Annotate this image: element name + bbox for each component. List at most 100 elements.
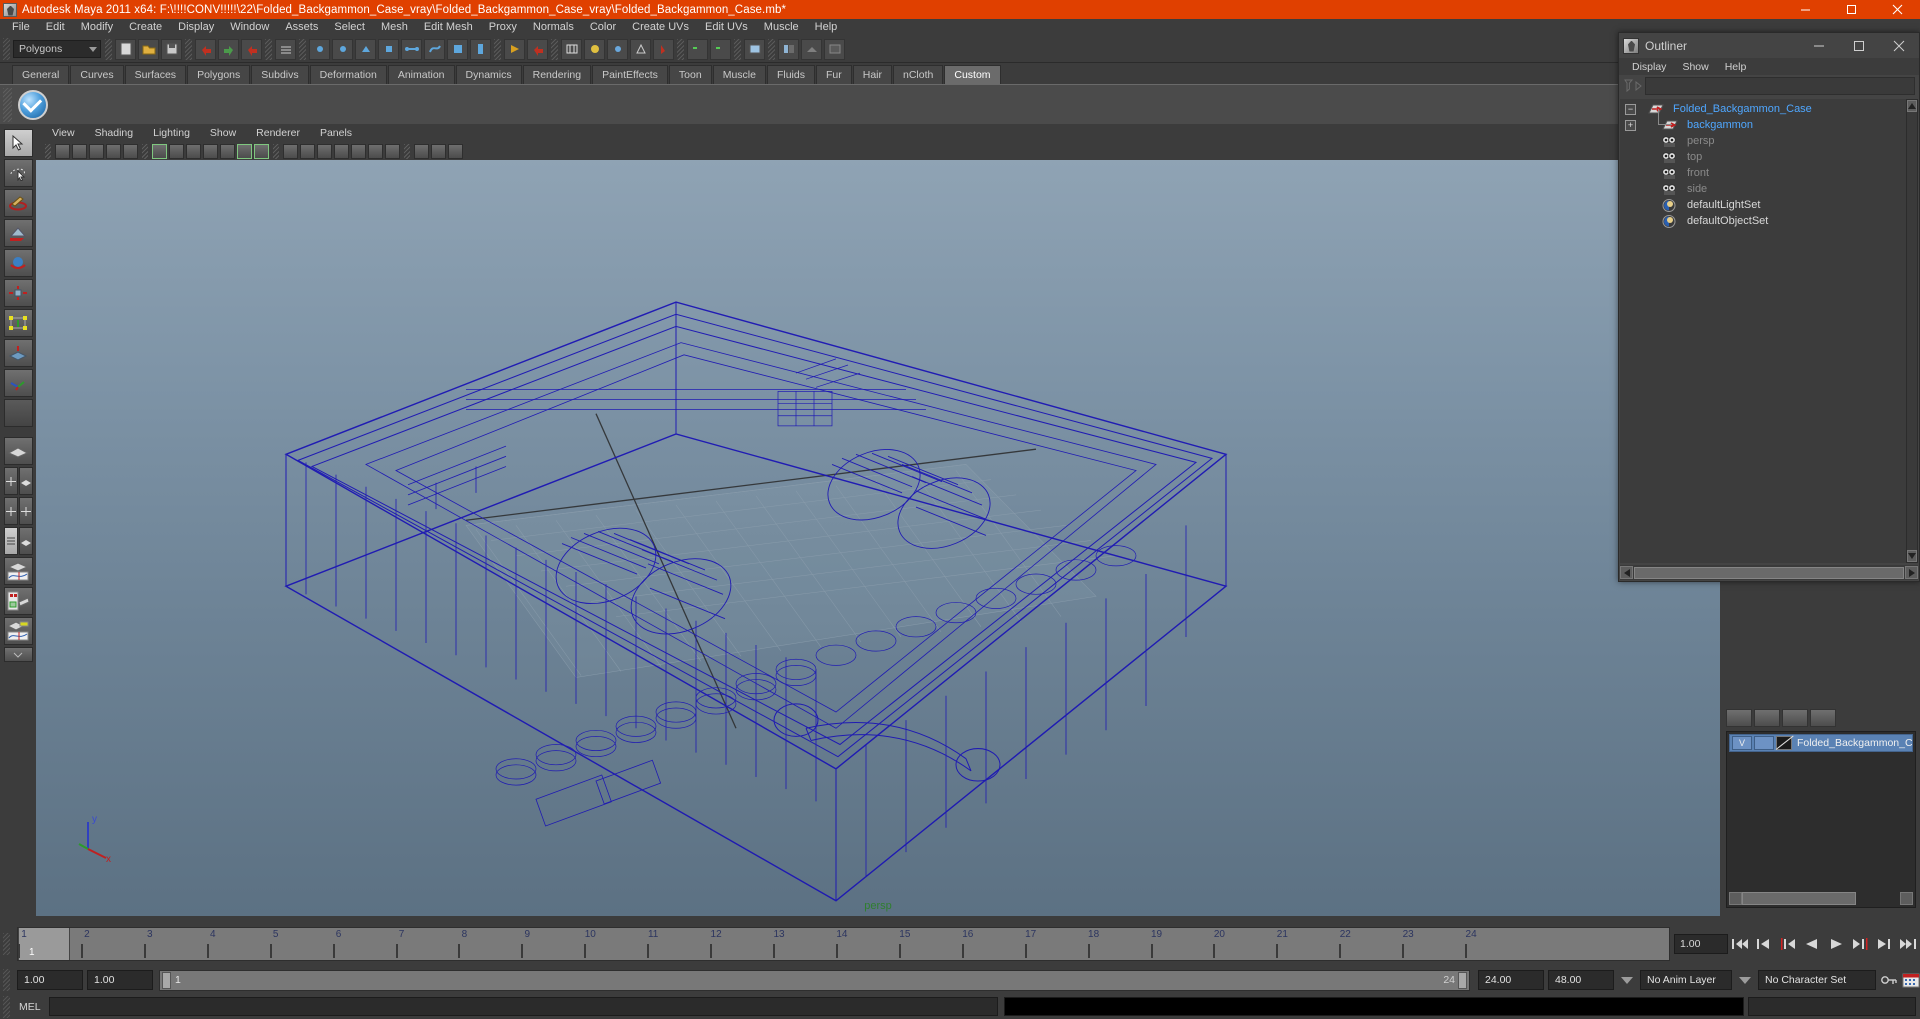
shelf-tab-dynamics[interactable]: Dynamics bbox=[455, 65, 522, 84]
outliner-item[interactable]: defaultLightSet bbox=[1620, 197, 1907, 213]
minimize-button[interactable] bbox=[1782, 0, 1828, 19]
outliner-search-input[interactable] bbox=[1645, 77, 1915, 95]
show-manipulator-tool-button[interactable] bbox=[3, 369, 33, 397]
menu-item-modify[interactable]: Modify bbox=[73, 19, 121, 36]
go-to-end-button[interactable] bbox=[1896, 933, 1920, 955]
menu-item-help[interactable]: Help bbox=[807, 19, 846, 36]
snap-curve-button[interactable] bbox=[424, 38, 445, 60]
snap-grid-button[interactable] bbox=[401, 38, 422, 60]
isolate-select-icon[interactable] bbox=[414, 143, 429, 159]
shelf-tab-surfaces[interactable]: Surfaces bbox=[124, 65, 187, 84]
range-slider-track[interactable]: 1 24 bbox=[159, 969, 1470, 991]
select-by-hierarchy-button[interactable] bbox=[309, 38, 330, 60]
menu-item-file[interactable]: File bbox=[4, 19, 38, 36]
chevron-down-icon[interactable] bbox=[1621, 976, 1633, 984]
outliner-item[interactable]: front bbox=[1620, 165, 1907, 181]
shelf-tab-subdivs[interactable]: Subdivs bbox=[251, 65, 309, 84]
show-hide-graph-editor-button[interactable] bbox=[710, 38, 731, 60]
outliner-item[interactable]: top bbox=[1620, 149, 1907, 165]
layer-horizontal-scrollbar[interactable] bbox=[1729, 891, 1913, 905]
outliner-menu-display[interactable]: Display bbox=[1624, 61, 1674, 73]
show-hide-attribute-editor-button[interactable] bbox=[824, 38, 845, 60]
anim-layer-field[interactable]: No Anim Layer bbox=[1640, 970, 1732, 990]
select-by-component-button[interactable] bbox=[355, 38, 376, 60]
scroll-left-icon[interactable] bbox=[1729, 891, 1742, 905]
snap-view-plane-button[interactable] bbox=[470, 38, 491, 60]
scroll-thumb[interactable] bbox=[1742, 891, 1856, 905]
step-forward-keyframe-button[interactable] bbox=[1872, 933, 1896, 955]
custom-shelf-check-icon[interactable] bbox=[18, 89, 48, 120]
render-view-button[interactable] bbox=[561, 38, 582, 60]
resolution-gate-icon[interactable] bbox=[186, 143, 201, 159]
auto-key-icon[interactable] bbox=[1880, 972, 1898, 988]
viewport-menu-view[interactable]: View bbox=[42, 127, 85, 139]
select-handle-button[interactable] bbox=[378, 38, 399, 60]
render-flags-button[interactable] bbox=[653, 38, 674, 60]
menu-item-color[interactable]: Color bbox=[582, 19, 624, 36]
close-button[interactable] bbox=[1874, 0, 1920, 19]
range-right-handle[interactable] bbox=[1458, 971, 1467, 989]
shelf-tab-muscle[interactable]: Muscle bbox=[712, 65, 766, 84]
play-forwards-button[interactable] bbox=[1824, 933, 1848, 955]
time-slider-grip[interactable] bbox=[3, 933, 10, 955]
menu-item-normals[interactable]: Normals bbox=[525, 19, 582, 36]
rotate-tool-button[interactable] bbox=[3, 249, 33, 277]
hypershade-persp-layout-button[interactable] bbox=[3, 587, 33, 615]
xray-joints-icon[interactable] bbox=[237, 143, 252, 159]
shelf-grip[interactable] bbox=[3, 87, 12, 122]
menu-item-create[interactable]: Create bbox=[121, 19, 170, 36]
outliner-close-button[interactable] bbox=[1879, 33, 1919, 58]
persp-graph-hypershade-layout-button[interactable] bbox=[3, 617, 33, 645]
range-slider-grip[interactable] bbox=[3, 969, 10, 991]
show-hide-channel-box-button[interactable] bbox=[778, 38, 799, 60]
rebuild-button[interactable] bbox=[241, 38, 262, 60]
range-left-handle[interactable] bbox=[162, 971, 171, 989]
smooth-shade-selected-icon[interactable] bbox=[317, 143, 332, 159]
outliner-menu-show[interactable]: Show bbox=[1674, 61, 1716, 73]
last-tool-used-button[interactable] bbox=[3, 399, 33, 427]
chevron-down-icon[interactable] bbox=[1739, 976, 1751, 984]
open-scene-button[interactable] bbox=[138, 38, 159, 60]
two-d-pan-zoom-icon[interactable] bbox=[123, 143, 138, 159]
viewport-menu-renderer[interactable]: Renderer bbox=[246, 127, 310, 139]
select-tool-button[interactable] bbox=[3, 129, 33, 157]
maximize-button[interactable] bbox=[1828, 0, 1874, 19]
construction-history-button[interactable] bbox=[504, 38, 525, 60]
show-hide-layer-editor-button[interactable] bbox=[801, 38, 822, 60]
menu-item-select[interactable]: Select bbox=[326, 19, 373, 36]
layer-visibility-toggle[interactable]: V bbox=[1732, 736, 1752, 750]
xray-toggle-icon[interactable] bbox=[220, 143, 235, 159]
menu-item-create-uvs[interactable]: Create UVs bbox=[624, 19, 697, 36]
shelf-tab-toon[interactable]: Toon bbox=[668, 65, 712, 84]
four-view-layout-button[interactable] bbox=[3, 467, 18, 495]
scroll-up-icon[interactable] bbox=[1907, 100, 1917, 112]
viewport-menu-lighting[interactable]: Lighting bbox=[143, 127, 200, 139]
texture-toggle-icon[interactable] bbox=[254, 143, 269, 159]
new-scene-button[interactable] bbox=[115, 38, 136, 60]
selection-mode-dropdown[interactable]: Polygons bbox=[13, 40, 101, 58]
command-input[interactable] bbox=[48, 997, 998, 1016]
shelf-tab-deformation[interactable]: Deformation bbox=[309, 65, 387, 84]
single-perspective-view-button[interactable] bbox=[3, 437, 33, 465]
menu-item-proxy[interactable]: Proxy bbox=[481, 19, 525, 36]
grid-toggle-icon[interactable] bbox=[152, 143, 167, 159]
show-hide-anim-editors-button[interactable] bbox=[687, 38, 708, 60]
lasso-tool-button[interactable] bbox=[3, 159, 33, 187]
new-layer-icon[interactable] bbox=[1726, 709, 1752, 727]
scroll-right-icon[interactable] bbox=[1900, 891, 1913, 905]
scroll-left-icon[interactable] bbox=[1620, 566, 1633, 579]
shelf-tab-fur[interactable]: Fur bbox=[815, 65, 852, 84]
persp-graph-layout-button[interactable] bbox=[3, 557, 33, 585]
select-camera-icon[interactable] bbox=[55, 143, 70, 159]
character-set-field[interactable]: No Character Set bbox=[1758, 970, 1876, 990]
image-plane-icon[interactable] bbox=[106, 143, 121, 159]
menu-item-muscle[interactable]: Muscle bbox=[756, 19, 807, 36]
universal-manipulator-button[interactable] bbox=[3, 309, 33, 337]
render-settings-button[interactable] bbox=[630, 38, 651, 60]
bookmark-icon[interactable] bbox=[89, 143, 104, 159]
film-gate-icon[interactable] bbox=[169, 143, 184, 159]
step-back-keyframe-button[interactable] bbox=[1752, 933, 1776, 955]
animation-start-time-field[interactable]: 1.00 bbox=[17, 970, 83, 990]
use-default-light-icon[interactable] bbox=[351, 143, 366, 159]
render-current-frame-button[interactable] bbox=[584, 38, 605, 60]
